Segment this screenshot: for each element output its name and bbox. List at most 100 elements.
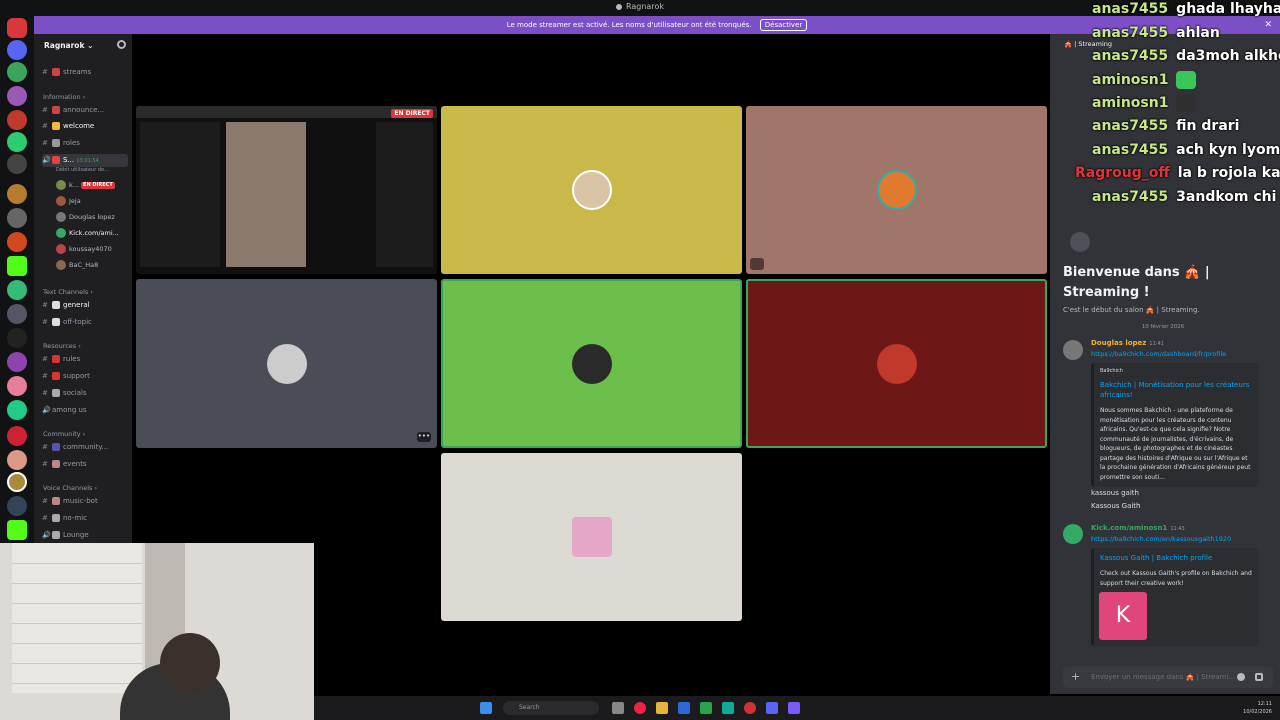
taskbar-search[interactable]: Search <box>503 701 599 715</box>
channel-music-bot[interactable]: # music-bot <box>42 495 128 508</box>
webcam-feed <box>0 543 314 720</box>
participant-tile[interactable] <box>441 453 742 621</box>
apps-icon[interactable] <box>1255 673 1263 681</box>
opera-icon[interactable] <box>744 702 756 714</box>
message-author[interactable]: Kick.com/aminosn1 11:43 <box>1091 524 1185 532</box>
chat-panel: 🎪 | Streaming Bienvenue dans 🎪 | Streami… <box>1050 34 1280 694</box>
banner-text: Le mode streamer est activé. Les noms d'… <box>506 21 752 29</box>
discord-icon[interactable] <box>766 702 778 714</box>
participant-tile[interactable]: ••• <box>136 279 437 448</box>
channel-rules[interactable]: # rules <box>42 353 128 366</box>
voice-user[interactable]: Kick.com/ami... <box>56 226 128 240</box>
channel-announcements[interactable]: # announce... <box>42 104 128 117</box>
server-icon[interactable] <box>7 352 27 372</box>
server-icon[interactable] <box>7 376 27 396</box>
channel-roles[interactable]: # roles <box>42 137 128 150</box>
server-icon[interactable] <box>7 496 27 516</box>
channel-lounge[interactable]: 🔊 Lounge <box>42 529 128 542</box>
embed-description: Nous sommes Bakchich - une plateforme de… <box>1100 407 1251 481</box>
server-icon[interactable] <box>7 208 27 228</box>
voice-user[interactable]: Jeja <box>56 194 128 208</box>
server-icon[interactable] <box>7 450 27 470</box>
welcome-subtitle: C'est le début du salon 🎪 | Streaming. <box>1063 306 1200 314</box>
server-icon[interactable] <box>7 132 27 152</box>
folder-icon[interactable] <box>656 702 668 714</box>
stream-tile-live[interactable]: EN DIRECT <box>136 106 437 274</box>
date-divider: 10 février 2026 <box>1141 324 1185 330</box>
channel-no-mic[interactable]: # no-mic <box>42 512 128 525</box>
message-link[interactable]: https://ba9chich.com/en/kassousgaith1920 <box>1091 535 1231 543</box>
close-icon[interactable]: ✕ <box>1264 16 1272 34</box>
voice-user[interactable]: BaC_Ha8 <box>56 258 128 272</box>
avatar[interactable] <box>1063 340 1083 360</box>
channel-socials[interactable]: # socials <box>42 387 128 400</box>
message-author[interactable]: Douglas lopez 11:41 <box>1091 339 1164 347</box>
server-icon[interactable] <box>7 328 27 348</box>
app-icon[interactable] <box>700 702 712 714</box>
chrome-icon[interactable] <box>634 702 646 714</box>
category-resources[interactable]: Resources › <box>43 342 81 350</box>
channel-community[interactable]: # community... <box>42 441 128 454</box>
channel-events[interactable]: # events <box>42 458 128 471</box>
start-icon[interactable] <box>480 702 492 714</box>
embed-thumbnail: K <box>1099 592 1147 640</box>
voice-channel-status: Débit utilisateur de... <box>56 167 109 173</box>
participant-tile[interactable] <box>746 279 1047 448</box>
stream-video <box>226 122 306 267</box>
voice-user[interactable]: koussay4070 <box>56 242 128 256</box>
server-icon[interactable] <box>7 400 27 420</box>
avatar[interactable] <box>1063 524 1083 544</box>
server-icon[interactable] <box>7 280 27 300</box>
category-voice-channels[interactable]: Voice Channels › <box>43 484 97 492</box>
message-text: kassous gaith <box>1091 489 1139 497</box>
title-bar: Ragnarok <box>0 0 1280 16</box>
embed-title[interactable]: Kassous Gaith | Bakchich profile <box>1100 553 1253 563</box>
server-header[interactable]: Ragnarok ⌄ <box>34 34 132 58</box>
participant-tile[interactable] <box>746 106 1047 274</box>
voice-user[interactable]: Douglas lopez <box>56 210 128 224</box>
add-attachment-icon[interactable]: + <box>1071 666 1080 688</box>
channel-welcome[interactable]: # welcome <box>42 120 128 133</box>
message-input[interactable]: + Envoyer un message dans 🎪 | Streami... <box>1063 666 1273 688</box>
stream-sidebar <box>140 122 220 267</box>
participant-tile[interactable] <box>441 106 742 274</box>
taskbar-clock[interactable]: 12:11 10/02/2026 <box>1243 700 1272 716</box>
avatar <box>876 170 917 210</box>
category-information[interactable]: Information › <box>43 93 85 101</box>
server-icon[interactable] <box>7 154 27 174</box>
category-community[interactable]: Community › <box>43 430 85 438</box>
app-icon[interactable] <box>678 702 690 714</box>
avatar <box>571 517 612 557</box>
server-icon[interactable] <box>7 232 27 252</box>
app-icon[interactable] <box>722 702 734 714</box>
category-text-channels[interactable]: Text Channels › <box>43 288 93 296</box>
kick-server-icon[interactable] <box>7 520 27 540</box>
channel-general[interactable]: # general <box>42 299 128 312</box>
app-root: Ragnarok Le mode streamer est activé. Le… <box>0 0 1280 720</box>
participant-tile[interactable] <box>441 279 742 448</box>
app-icon[interactable] <box>788 702 800 714</box>
file-explorer-icon[interactable] <box>612 702 624 714</box>
avatar <box>266 343 307 384</box>
voice-user[interactable]: k... EN DIRECT <box>56 178 128 192</box>
settings-icon[interactable] <box>117 40 126 49</box>
server-icon[interactable] <box>7 62 27 82</box>
channel-support[interactable]: # support <box>42 370 128 383</box>
channel-streams[interactable]: # streams <box>42 66 128 79</box>
server-icon[interactable] <box>7 426 27 446</box>
emoji-icon[interactable] <box>1237 673 1245 681</box>
server-icon[interactable] <box>7 304 27 324</box>
server-icon[interactable] <box>7 472 27 492</box>
embed-title[interactable]: Bakchich | Monétisation pour les créateu… <box>1100 380 1253 400</box>
server-icon[interactable] <box>7 110 27 130</box>
message-link[interactable]: https://ba9chich.com/dashboard/fr/profil… <box>1091 350 1226 358</box>
channel-off-topic[interactable]: # off-topic <box>42 316 128 329</box>
server-icon[interactable] <box>7 18 27 38</box>
server-icon[interactable] <box>7 40 27 60</box>
channel-among-us[interactable]: 🔊among us <box>42 404 128 417</box>
server-icon[interactable] <box>7 86 27 106</box>
more-options-button[interactable]: ••• <box>417 432 431 442</box>
kick-server-icon[interactable] <box>7 256 27 276</box>
disable-streamer-mode-button[interactable]: Désactiver <box>759 19 808 31</box>
server-icon[interactable] <box>7 184 27 204</box>
